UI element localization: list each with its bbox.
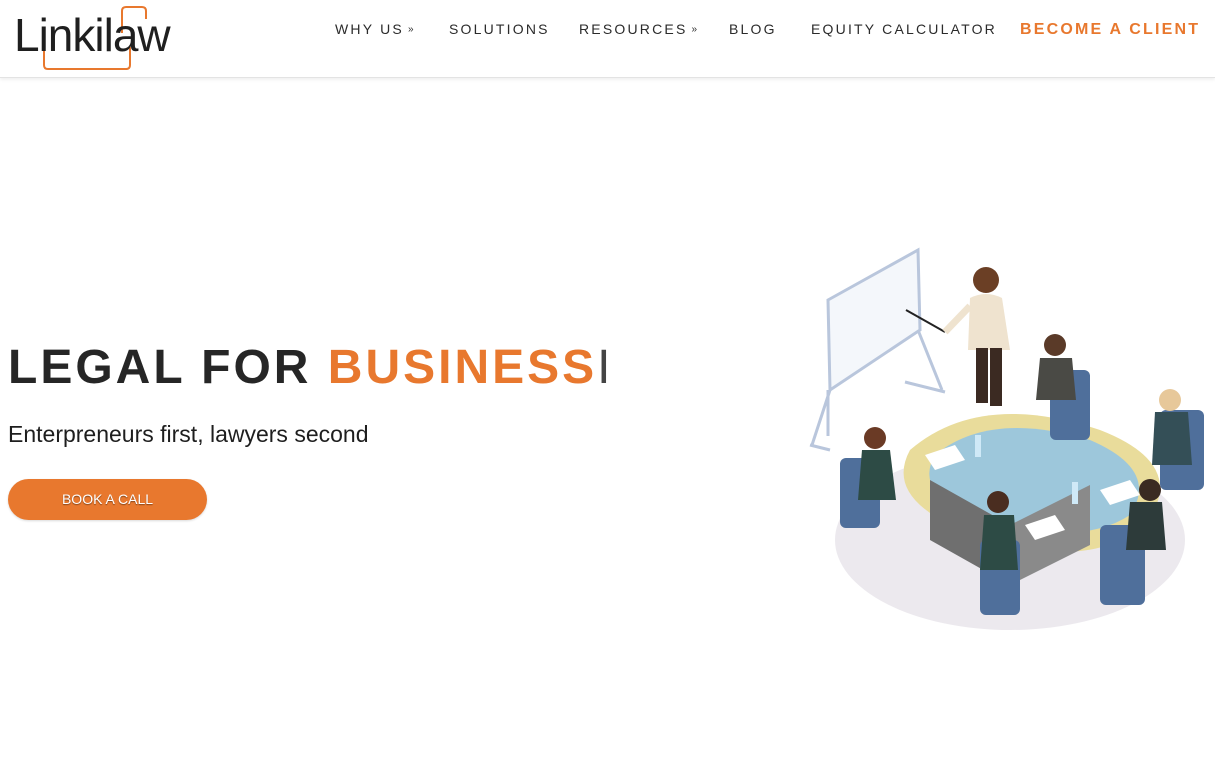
headline-accent: BUSINESS (327, 341, 598, 394)
nav-why-us-label: WHY US (335, 21, 404, 37)
hero-subheadline: Enterpreneurs first, lawyers second (8, 421, 369, 447)
nav-equity-calculator[interactable]: EQUITY CALCULATOR (811, 20, 997, 38)
nav-resources-label: RESOURCES (579, 21, 688, 37)
typing-cursor: I (597, 341, 611, 394)
double-chevron-down-icon: » (691, 24, 698, 35)
become-a-client-link[interactable]: BECOME A CLIENT (1020, 21, 1200, 39)
nav-blog-label: BLOG (729, 21, 777, 37)
site-header: Linkilaw WHY US» SOLUTIONS RESOURCES» BL… (0, 0, 1215, 78)
whiteboard (809, 247, 946, 452)
nav-resources[interactable]: RESOURCES» (579, 20, 697, 41)
business-meeting-illustration (809, 247, 1204, 630)
nav-why-us[interactable]: WHY US» (335, 20, 414, 41)
hero-headline: LEGAL FOR BUSINESSI (8, 340, 611, 396)
headline-prefix: LEGAL FOR (8, 341, 328, 394)
nav-blog[interactable]: BLOG (729, 20, 777, 38)
nav-equity-calculator-label: EQUITY CALCULATOR (811, 21, 997, 37)
book-a-call-button[interactable]: BOOK A CALL (8, 479, 207, 520)
nav-solutions-label: SOLUTIONS (449, 21, 550, 37)
nav-solutions[interactable]: SOLUTIONS (449, 20, 550, 38)
double-chevron-down-icon: » (407, 24, 414, 35)
